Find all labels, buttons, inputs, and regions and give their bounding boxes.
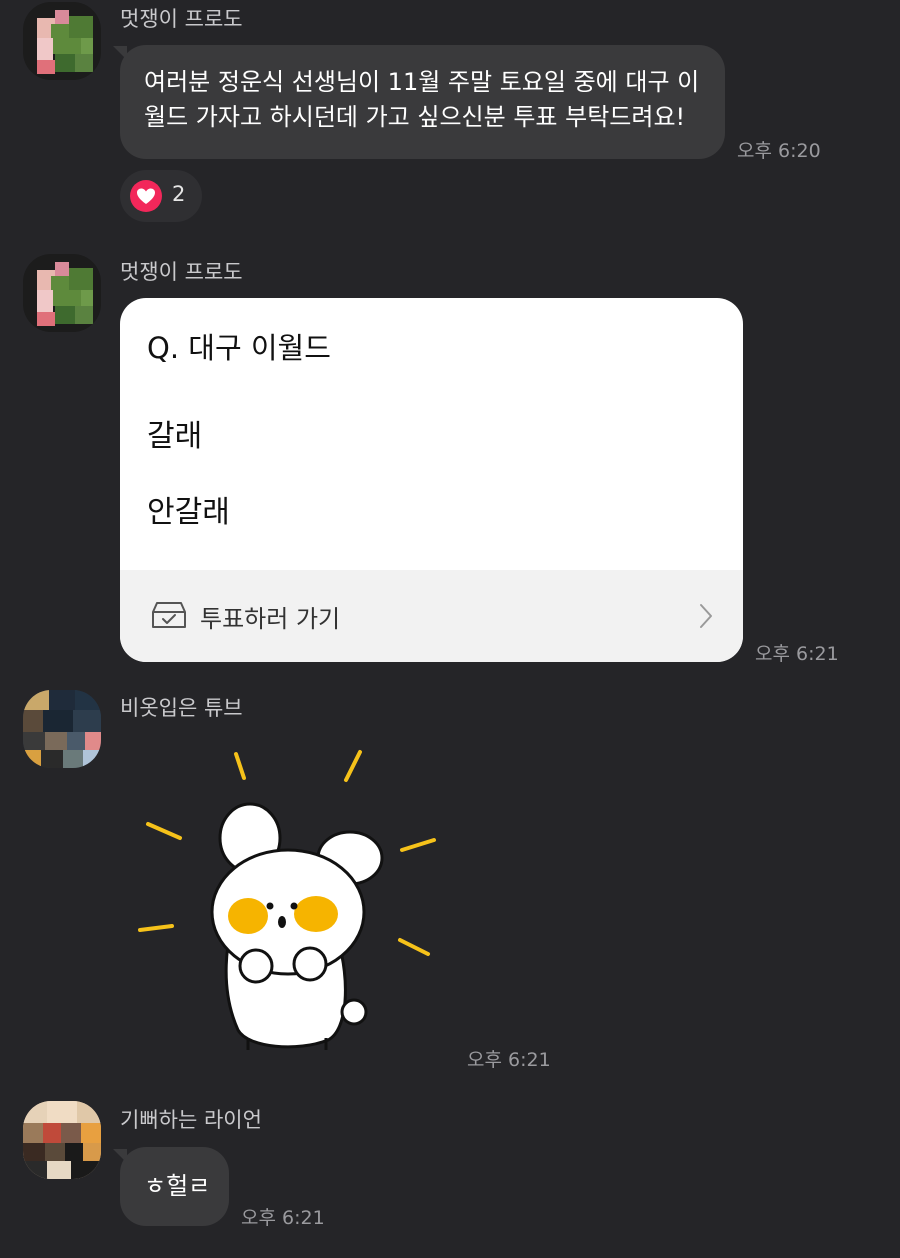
avatar-mutjaengi-frodo[interactable] [23, 254, 101, 332]
reaction-count: 2 [172, 182, 186, 206]
message-text-line: 여러분 정운식 선생님이 11월 주말 토요일 중에 대구 이 [144, 68, 700, 96]
reaction-badge[interactable]: 2 [120, 170, 202, 222]
sender-name: 멋쟁이 프로도 [120, 7, 243, 31]
message-text-line: 월드 가자고 하시던데 가고 싶으신분 투표 부탁드려요! [144, 103, 686, 131]
message-time: 오후 6:20 [737, 140, 821, 162]
avatar-mutjaengi-frodo[interactable] [23, 2, 101, 80]
message-time: 오후 6:21 [467, 1049, 551, 1071]
ballot-box-icon [151, 600, 187, 634]
sender-name: 비옷입은 튜브 [120, 696, 243, 720]
message-bubble[interactable]: ㅎ헐ㄹ [120, 1147, 229, 1226]
sender-name: 기뻐하는 라이언 [120, 1108, 262, 1132]
avatar-happy-ryan[interactable] [23, 1101, 101, 1179]
bunny-sticker[interactable] [128, 740, 448, 1060]
message-time: 오후 6:21 [241, 1207, 325, 1229]
sender-name: 멋쟁이 프로도 [120, 260, 243, 284]
vote-button[interactable]: 투표하러 가기 [120, 570, 743, 662]
message-text: ㅎ헐ㄹ [144, 1172, 211, 1200]
message-bubble[interactable]: 여러분 정운식 선생님이 11월 주말 토요일 중에 대구 이 월드 가자고 하… [120, 45, 725, 159]
vote-button-label: 투표하러 가기 [200, 605, 341, 633]
poll-card[interactable]: Q. 대구 이월드 갈래 안갈래 투표하러 가기 [120, 298, 743, 662]
poll-option[interactable]: 갈래 [147, 411, 202, 455]
chevron-right-icon [698, 602, 714, 634]
message-time: 오후 6:21 [755, 643, 839, 665]
heart-icon [130, 180, 162, 212]
poll-option[interactable]: 안갈래 [147, 487, 230, 531]
avatar-raincoat-tube[interactable] [23, 690, 101, 768]
poll-question: Q. 대구 이월드 [147, 331, 331, 365]
